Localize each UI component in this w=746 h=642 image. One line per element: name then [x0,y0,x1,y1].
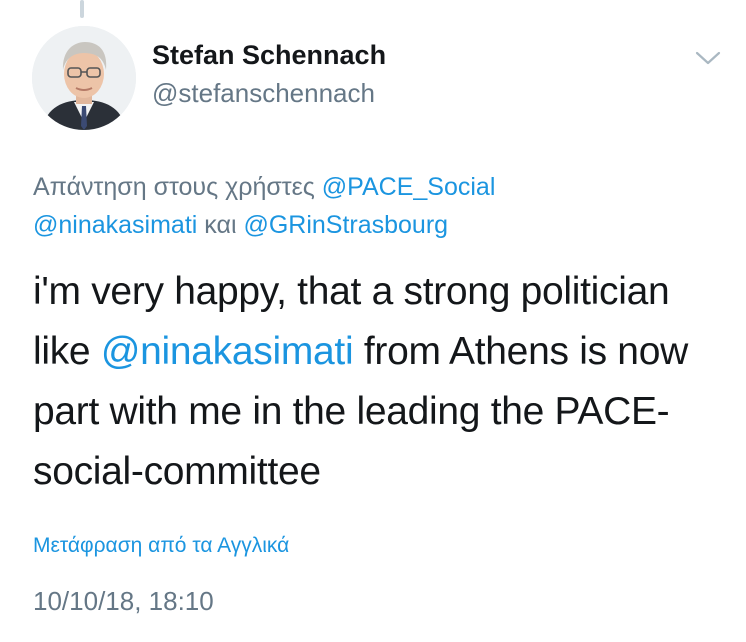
reply-context-joiner: και [197,211,244,239]
author-handle[interactable]: @stefanschennach [152,78,375,109]
tweet-text: i'm very happy, that a strong politician… [33,262,733,502]
reply-mention-pace-social[interactable]: @PACE_Social [322,173,496,201]
tweet-mention-ninakasimati[interactable]: @ninakasimati [101,330,354,373]
author-display-name[interactable]: Stefan Schennach [152,40,386,71]
reply-mention-ninakasimati[interactable]: @ninakasimati [33,211,197,239]
translate-tweet-link[interactable]: Μετάφραση από τα Αγγλικά [33,534,289,558]
chevron-down-icon[interactable] [694,48,722,68]
reply-context-prefix: Απάντηση στους χρήστες [33,173,322,201]
avatar-portrait [32,26,136,130]
avatar[interactable] [32,26,136,130]
reply-mention-grinstrasbourg[interactable]: @GRinStrasbourg [243,211,448,239]
thread-connector-line [80,0,84,18]
tweet-timestamp[interactable]: 10/10/18, 18:10 [33,586,214,617]
reply-context: Απάντηση στους χρήστες @PACE_Social @nina… [33,168,733,244]
